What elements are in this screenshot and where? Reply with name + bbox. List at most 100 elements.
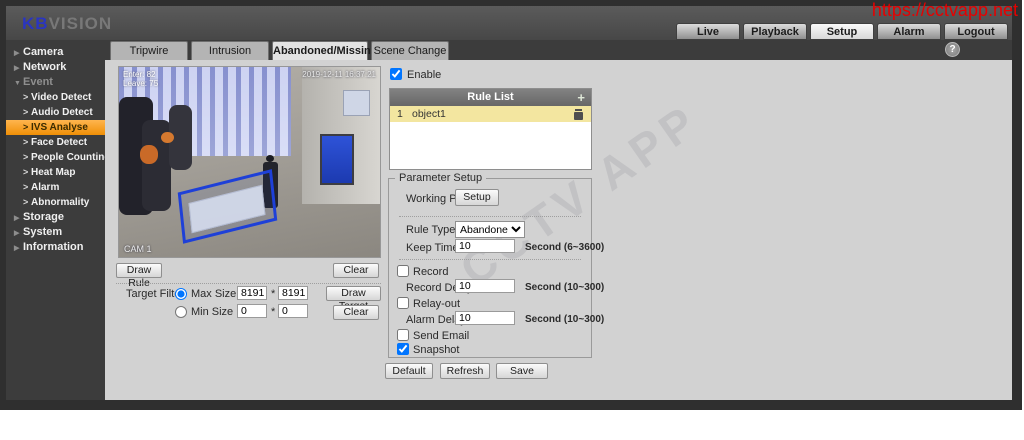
default-button[interactable]: Default (385, 363, 433, 379)
divider (399, 259, 581, 260)
brand-logo-vision: VISION (48, 14, 113, 33)
sidebar-item-face-detect[interactable]: > Face Detect (6, 135, 105, 150)
orange-bag (139, 144, 159, 164)
orange-bag (160, 131, 174, 143)
sidebar-item-storage[interactable]: ▶ Storage (6, 210, 105, 225)
chevron-right-icon: ▶ (14, 215, 20, 222)
tab-scene-change[interactable]: Scene Change (371, 41, 449, 60)
clear-rule-button[interactable]: Clear (333, 263, 379, 278)
chevron-right-icon: ▶ (14, 50, 20, 57)
multiply-sign: * (271, 306, 276, 318)
alarm-delay-unit: Second (10~300) (525, 314, 605, 325)
sidebar-item-video-detect[interactable]: > Video Detect (6, 90, 105, 105)
chevron-down-icon: ▼ (14, 80, 21, 87)
top-header: KBVISION Live Playback Setup Alarm Logou… (6, 6, 1012, 40)
tab-tripwire[interactable]: Tripwire (110, 41, 188, 60)
tab-abandoned-missing[interactable]: Abandoned/Missing (272, 41, 378, 60)
record-delay-input[interactable] (455, 279, 515, 293)
nav-playback-button[interactable]: Playback (743, 23, 807, 40)
record-label: Record (413, 266, 449, 278)
save-button[interactable]: Save (496, 363, 548, 379)
ivs-tabs: Tripwire Intrusion Abandoned/Missing Sce… (110, 41, 449, 60)
child-arrow-icon: > (23, 92, 29, 102)
osd-cam-label: CAM 1 (124, 244, 152, 254)
nav-live-button[interactable]: Live (676, 23, 740, 40)
rule-number: 1 (397, 108, 403, 120)
sidebar-item-network[interactable]: ▶ Network (6, 60, 105, 75)
child-arrow-icon: > (23, 197, 29, 207)
min-size-label: Min Size (191, 306, 234, 318)
sidebar-item-information[interactable]: ▶ Information (6, 240, 105, 255)
draw-target-button[interactable]: Draw Target (326, 286, 381, 312)
working-period-setup-button[interactable]: Setup (455, 189, 499, 206)
refresh-button[interactable]: Refresh (440, 363, 490, 379)
min-size-radio[interactable] (175, 306, 187, 318)
relay-out-checkbox[interactable] (397, 297, 409, 309)
snapshot-checkbox[interactable] (397, 343, 409, 355)
relay-out-label: Relay-out (413, 298, 461, 310)
max-width-input[interactable] (237, 286, 267, 300)
sidebar-item-heat-map[interactable]: > Heat Map (6, 165, 105, 180)
red-url-watermark: https://cctvapp.net (871, 0, 1018, 20)
app-frame: KBVISION Live Playback Setup Alarm Logou… (0, 0, 1022, 410)
brand-logo-kb: KB (22, 14, 49, 33)
tab-intrusion[interactable]: Intrusion (191, 41, 269, 60)
wall-poster (343, 89, 370, 117)
record-checkbox[interactable] (397, 265, 409, 277)
draw-rule-button[interactable]: Draw Rule (116, 263, 162, 289)
child-arrow-icon: > (23, 107, 29, 117)
sidebar-item-audio-detect[interactable]: > Audio Detect (6, 105, 105, 120)
child-arrow-icon: > (23, 137, 29, 147)
nav-setup-button[interactable]: Setup (810, 23, 874, 40)
max-height-input[interactable] (278, 286, 308, 300)
send-email-checkbox[interactable] (397, 329, 409, 341)
child-arrow-icon: > (23, 167, 29, 177)
sidebar-item-abnormality[interactable]: > Abnormality (6, 195, 105, 210)
child-arrow-icon: > (23, 122, 29, 132)
rule-polygon[interactable] (177, 169, 277, 245)
multiply-sign: * (271, 288, 276, 300)
rule-type-label: Rule Type (406, 224, 456, 236)
enable-label: Enable (407, 69, 442, 81)
min-width-input[interactable] (237, 304, 267, 318)
chevron-right-icon: ▶ (14, 230, 20, 237)
parameter-setup-legend: Parameter Setup (395, 172, 487, 184)
screenshot-root: KBVISION Live Playback Setup Alarm Logou… (0, 0, 1024, 440)
child-arrow-icon: > (23, 152, 29, 162)
brand-logo: KBVISION (22, 14, 112, 34)
nav-logout-button[interactable]: Logout (944, 23, 1008, 40)
max-size-radio[interactable] (175, 288, 187, 300)
nav-alarm-button[interactable]: Alarm (877, 23, 941, 40)
chevron-right-icon: ▶ (14, 65, 20, 72)
rule-name: object1 (412, 108, 446, 120)
rule-list-row[interactable]: 1 object1 (390, 106, 591, 122)
sidebar: ▶ Camera ▶ Network ▼ Event > Video Detect > A… (6, 40, 110, 400)
min-height-input[interactable] (278, 304, 308, 318)
alarm-delay-input[interactable] (455, 311, 515, 325)
sidebar-item-camera[interactable]: ▶ Camera (6, 45, 105, 60)
enable-checkbox[interactable] (390, 68, 402, 80)
keep-time-input[interactable] (455, 239, 515, 253)
help-icon[interactable]: ? (945, 42, 960, 57)
tab-strip: Tripwire Intrusion Abandoned/Missing Sce… (6, 40, 1012, 60)
osd-counter-overlay: Enter: 82 Leave: 75 (123, 70, 159, 88)
sidebar-item-alarm[interactable]: > Alarm (6, 180, 105, 195)
clear-target-button[interactable]: Clear (333, 305, 379, 320)
video-preview[interactable]: Enter: 82 Leave: 75 2019-12-11 16:37:21 … (118, 66, 381, 258)
add-rule-icon[interactable]: + (577, 89, 585, 106)
chevron-right-icon: ▶ (14, 245, 20, 252)
divider (399, 216, 581, 217)
main-nav: Live Playback Setup Alarm Logout (676, 23, 1008, 40)
sidebar-item-event[interactable]: ▼ Event (6, 75, 105, 90)
sidebar-item-system[interactable]: ▶ System (6, 225, 105, 240)
keep-time-label: Keep Time (406, 242, 459, 254)
delete-rule-icon[interactable] (574, 109, 583, 120)
parameter-setup-group: Parameter Setup Working Period Setup Rul… (388, 172, 604, 358)
send-email-label: Send Email (413, 330, 470, 342)
record-delay-unit: Second (10~300) (525, 282, 605, 293)
sidebar-item-people-counting[interactable]: > People Counting (6, 150, 110, 165)
rule-type-select[interactable]: Abandoned (455, 221, 525, 238)
snapshot-label: Snapshot (413, 344, 460, 356)
blue-kiosk-screen (319, 133, 354, 185)
sidebar-item-ivs-analyse[interactable]: > IVS Analyse (6, 120, 105, 135)
